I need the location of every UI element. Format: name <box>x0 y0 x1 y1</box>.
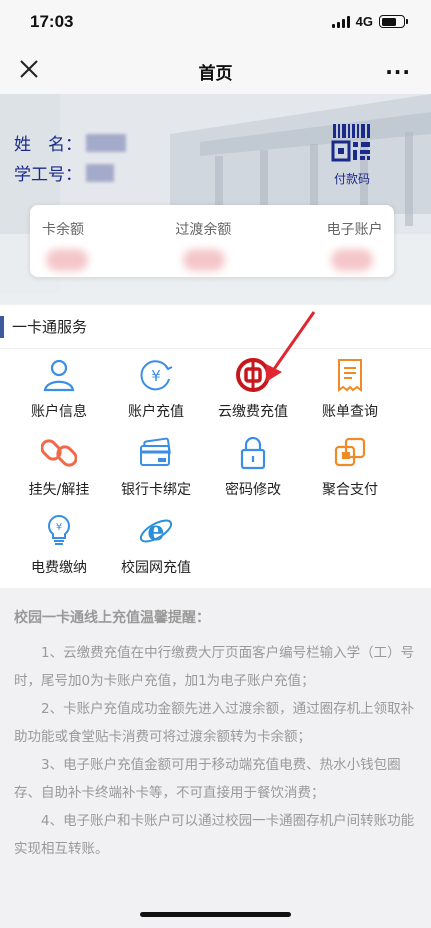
notice-title: 校园一卡通线上充值温馨提醒： <box>14 610 210 626</box>
transit-balance-value-redacted <box>183 249 226 271</box>
svg-text:¥: ¥ <box>151 367 161 385</box>
service-label: 账户充值 <box>128 404 184 420</box>
service-label: 校园网充值 <box>121 560 191 576</box>
nav-bar: 首页 ··· <box>0 44 431 94</box>
card-balance[interactable]: 卡余额 <box>30 205 151 277</box>
id-label: 学工号： <box>14 165 82 185</box>
home-indicator[interactable] <box>140 912 291 917</box>
ewallet-balance-value-redacted <box>330 249 373 271</box>
service-bill-query[interactable]: 账单查询 <box>300 357 400 421</box>
service-password-change[interactable]: 密码修改 <box>203 435 303 499</box>
card-balance-label: 卡余额 <box>42 222 84 238</box>
service-label: 账单查询 <box>322 404 378 420</box>
signal-icon <box>331 15 350 28</box>
user-id-row: 学工号： <box>14 160 114 185</box>
name-value-redacted <box>86 133 126 152</box>
notice-item-2: 2、卡账户充值成功金额先进入过渡余额，通过圈存机上领取补助功能或食堂贴卡消费可将… <box>14 701 415 745</box>
paycode-button[interactable]: 付款码 <box>331 122 373 187</box>
service-label: 密码修改 <box>225 482 281 498</box>
paycode-label: 付款码 <box>333 172 370 186</box>
notice-panel: 校园一卡通线上充值温馨提醒： 1、云缴费充值在中行缴费大厅页面客户编号栏输入学（… <box>14 607 418 863</box>
service-label: 云缴费充值 <box>218 404 288 420</box>
section-title: 一卡通服务 <box>12 318 88 336</box>
page-title: 首页 <box>198 64 233 84</box>
status-indicators: 4G <box>331 14 408 29</box>
svg-text:e: e <box>147 516 164 547</box>
id-value-redacted <box>86 163 114 182</box>
yuan-icon: ¥ <box>140 360 173 391</box>
service-label: 电费缴纳 <box>31 560 87 576</box>
services-section: 一卡通服务 账户信息 ¥ 账户充值 云缴费充值 账单查询 挂失/解挂 银行卡绑定… <box>0 305 431 588</box>
ewallet-balance[interactable]: 电子账户 <box>273 205 394 277</box>
service-label: 聚合支付 <box>322 482 378 498</box>
svg-text:¥: ¥ <box>56 522 62 533</box>
more-icon[interactable]: ··· <box>385 60 411 84</box>
boc-icon <box>236 358 270 392</box>
aggregate-icon <box>334 437 366 467</box>
balance-card: 卡余额 过渡余额 电子账户 <box>30 205 394 277</box>
section-accent-bar <box>0 316 4 338</box>
service-aggregate-pay[interactable]: 聚合支付 <box>300 435 400 499</box>
service-account-recharge[interactable]: ¥ 账户充值 <box>106 357 206 421</box>
service-cloud-payment[interactable]: 云缴费充值 <box>203 357 303 421</box>
notice-item-3: 3、电子账户充值金额可用于移动端充值电费、热水小钱包圈存、自助补卡终端补卡等，不… <box>14 757 401 801</box>
service-report-loss[interactable]: 挂失/解挂 <box>9 435 109 499</box>
ewallet-balance-label: 电子账户 <box>326 222 383 238</box>
card-balance-value-redacted <box>46 249 88 271</box>
ie-icon: e <box>139 516 173 547</box>
service-campus-network[interactable]: e 校园网充值 <box>106 513 206 577</box>
service-bank-card-bind[interactable]: 银行卡绑定 <box>106 435 206 499</box>
link-icon <box>41 439 77 467</box>
bank-card-icon <box>140 437 171 466</box>
qr-code-icon <box>331 124 370 162</box>
lock-icon <box>240 436 266 470</box>
service-label: 账户信息 <box>31 404 87 420</box>
section-header: 一卡通服务 <box>0 305 431 349</box>
service-account-info[interactable]: 账户信息 <box>9 357 109 421</box>
battery-icon <box>379 15 408 28</box>
person-icon <box>43 359 75 392</box>
service-label: 挂失/解挂 <box>28 482 90 498</box>
status-bar: 17:03 4G <box>0 0 431 44</box>
user-name-row: 姓 名： <box>14 130 126 155</box>
service-label: 银行卡绑定 <box>121 482 191 498</box>
bill-icon <box>338 359 362 392</box>
name-label: 姓 名： <box>14 135 82 155</box>
transit-balance[interactable]: 过渡余额 <box>151 205 272 277</box>
notice-item-4: 4、电子账户和卡账户可以通过校园一卡通圈存机户间转账功能实现相互转账。 <box>14 813 415 857</box>
notice-item-1: 1、云缴费充值在中行缴费大厅页面客户编号栏输入学（工）号时，尾号加0为卡账户充值… <box>14 645 415 689</box>
bulb-icon: ¥ <box>48 514 70 545</box>
network-type: 4G <box>355 14 373 29</box>
service-electricity[interactable]: ¥ 电费缴纳 <box>9 513 109 577</box>
status-time: 17:03 <box>30 12 74 31</box>
